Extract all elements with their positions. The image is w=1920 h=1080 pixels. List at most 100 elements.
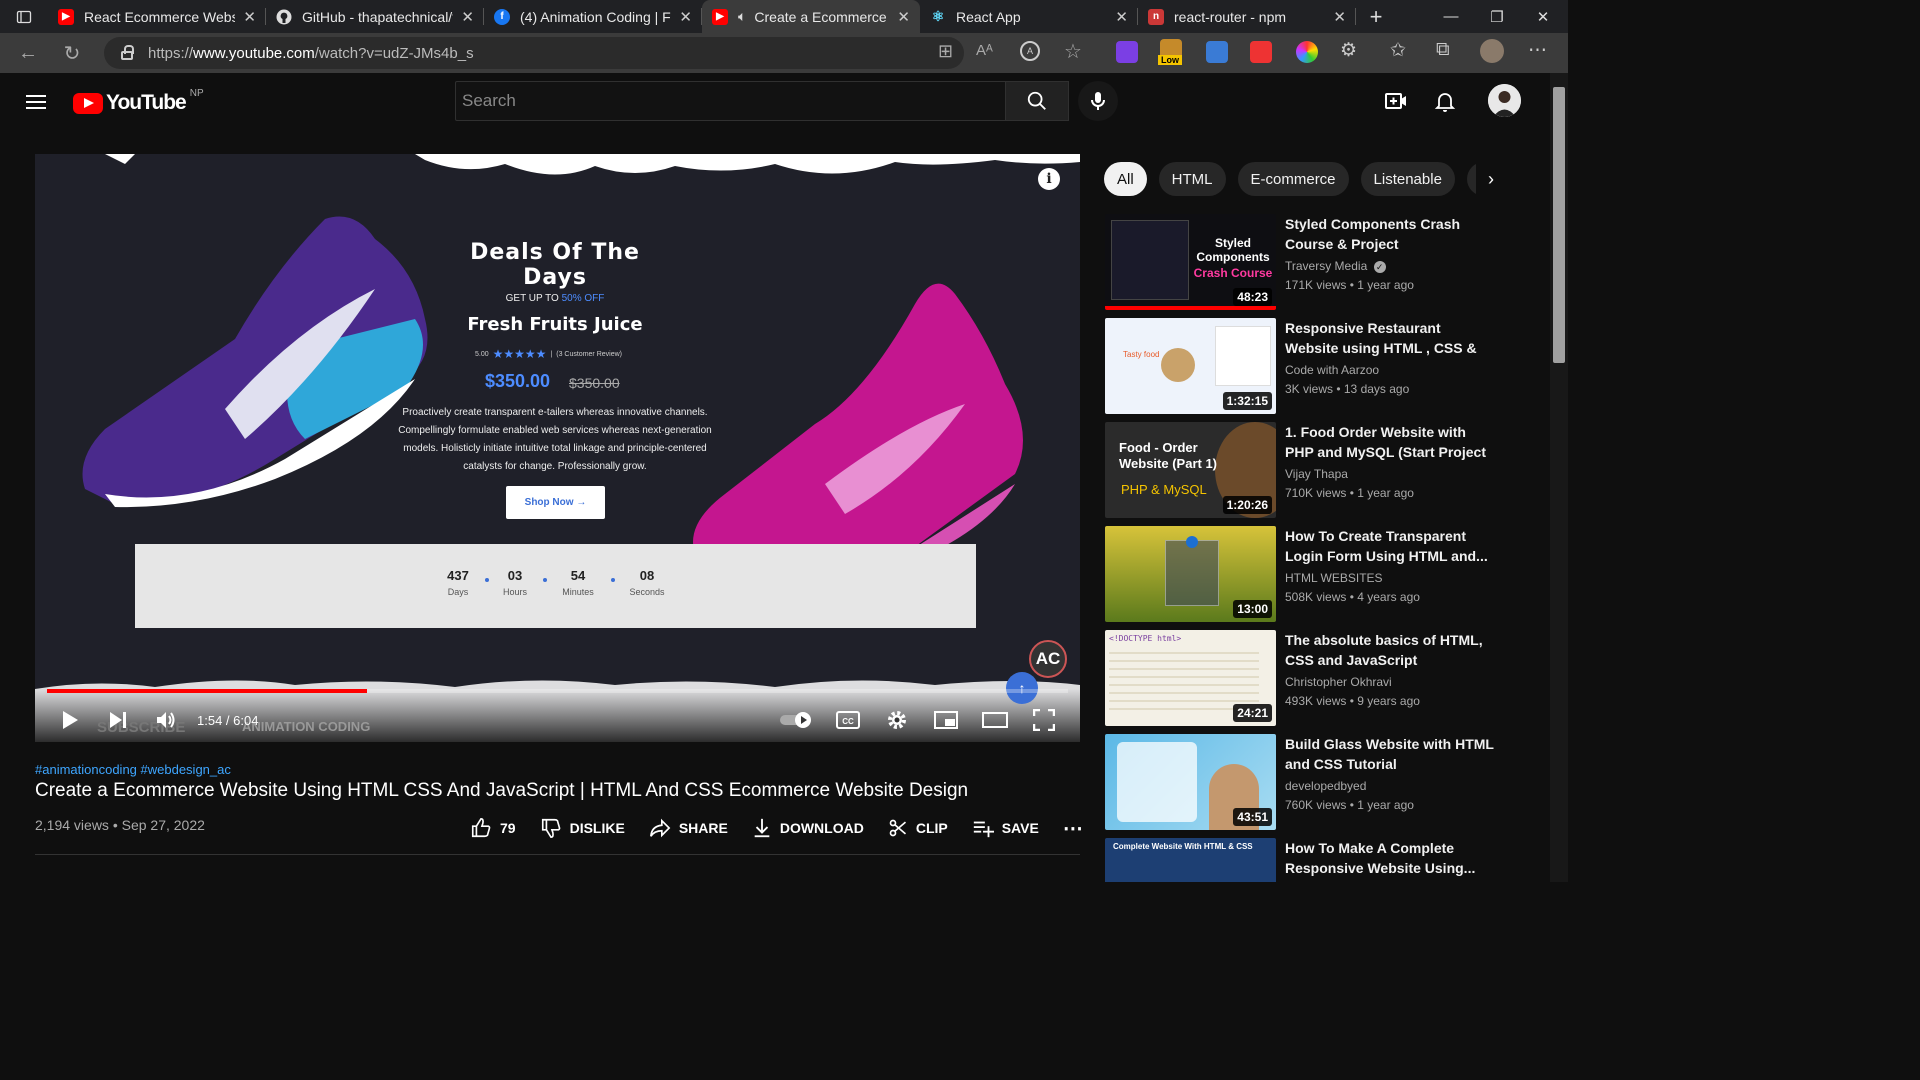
clip-button[interactable]: CLIP: [888, 817, 948, 839]
recommended-video-4[interactable]: 13:00 How To Create Transparent Login Fo…: [1105, 526, 1505, 622]
video-title[interactable]: 1. Food Order Website with PHP and MySQL…: [1285, 422, 1495, 462]
recommended-video-7[interactable]: Complete Website With HTML & CSS How To …: [1105, 838, 1505, 882]
autoplay-toggle[interactable]: [779, 707, 815, 733]
recommended-video-2[interactable]: Tasty food 1:32:15 Responsive Restaurant…: [1105, 318, 1505, 414]
video-title[interactable]: How To Create Transparent Login Form Usi…: [1285, 526, 1495, 566]
search-button[interactable]: [1005, 81, 1069, 121]
browser-tab-1[interactable]: ▶ React Ecommerce Website T ✕: [48, 0, 266, 33]
browser-tab-3[interactable]: f (4) Animation Coding | Face ✕: [484, 0, 702, 33]
video-thumbnail[interactable]: 13:00: [1105, 526, 1276, 622]
extension-icon[interactable]: [1296, 41, 1318, 63]
download-button[interactable]: DOWNLOAD: [752, 817, 864, 839]
video-thumbnail[interactable]: Tasty food 1:32:15: [1105, 318, 1276, 414]
voice-search-button[interactable]: [1078, 81, 1118, 121]
next-button[interactable]: [105, 707, 131, 733]
video-hashtags[interactable]: #animationcoding #webdesign_ac: [35, 762, 231, 777]
channel-name[interactable]: Code with Aarzoo: [1285, 363, 1379, 377]
theater-mode-button[interactable]: [982, 707, 1008, 733]
miniplayer-button[interactable]: [933, 707, 959, 733]
video-thumbnail[interactable]: 43:51: [1105, 734, 1276, 830]
video-thumbnail[interactable]: Complete Website With HTML & CSS: [1105, 838, 1276, 882]
close-icon[interactable]: ✕: [1115, 8, 1128, 26]
video-thumbnail[interactable]: Styled Components Crash Course 48:23: [1105, 214, 1276, 310]
save-button[interactable]: SAVE: [972, 817, 1039, 839]
browser-tab-5[interactable]: ⚛ React App ✕: [920, 0, 1138, 33]
product-rating: 5.00 ★★★★★ | (3 Customer Review): [475, 347, 655, 361]
countdown-label: Hours: [502, 587, 527, 597]
close-icon[interactable]: ✕: [1333, 8, 1346, 26]
channel-name[interactable]: HTML WEBSITES: [1285, 571, 1383, 585]
video-title[interactable]: Responsive Restaurant Website using HTML…: [1285, 318, 1495, 358]
fullscreen-button[interactable]: [1031, 707, 1057, 733]
play-button[interactable]: [57, 707, 83, 733]
info-icon[interactable]: i: [1038, 168, 1060, 190]
volume-button[interactable]: [153, 707, 179, 733]
speaker-icon[interactable]: 🔈︎: [738, 8, 746, 25]
share-icon: [649, 818, 671, 838]
settings-button[interactable]: [884, 707, 910, 733]
video-title[interactable]: Build Glass Website with HTML and CSS Tu…: [1285, 734, 1495, 774]
recommended-video-1[interactable]: Styled Components Crash Course 48:23 Sty…: [1105, 214, 1505, 310]
video-progress-bar[interactable]: [47, 689, 1068, 693]
close-icon[interactable]: ✕: [243, 8, 256, 26]
video-thumbnail[interactable]: <!DOCTYPE html> 24:21: [1105, 630, 1276, 726]
more-actions-button[interactable]: ⋯: [1063, 816, 1083, 841]
collections-icon[interactable]: ⧉: [1436, 39, 1450, 61]
recommended-video-5[interactable]: <!DOCTYPE html> 24:21 The absolute basic…: [1105, 630, 1505, 726]
youtube-logo[interactable]: YouTube NP: [73, 88, 204, 115]
url-prefix: https://: [148, 44, 194, 62]
channel-name[interactable]: Christopher Okhravi: [1285, 675, 1392, 689]
channel-name[interactable]: developedbyed: [1285, 779, 1366, 793]
maximize-button[interactable]: ❐: [1474, 0, 1520, 33]
chip-listenable[interactable]: Listenable: [1360, 162, 1455, 196]
video-player[interactable]: i Deals Of The Days GET UP TO 50% OFF Fr…: [35, 154, 1080, 742]
close-icon[interactable]: ✕: [897, 8, 910, 26]
video-title[interactable]: Styled Components Crash Course & Project: [1285, 214, 1495, 254]
translate-icon[interactable]: A: [1020, 41, 1040, 61]
share-button[interactable]: SHARE: [649, 817, 728, 839]
back-button[interactable]: ←: [6, 33, 50, 73]
browser-tab-2[interactable]: GitHub - thapatechnical/the ✕: [266, 0, 484, 33]
new-tab-button[interactable]: +: [1356, 4, 1396, 30]
profile-avatar[interactable]: [1480, 39, 1504, 63]
extensions-puzzle-icon[interactable]: ⚙: [1340, 39, 1357, 62]
read-aloud-icon[interactable]: A͏ᴬ: [976, 42, 993, 59]
create-video-icon[interactable]: [1384, 89, 1408, 113]
chip-html[interactable]: HTML: [1158, 162, 1226, 196]
more-icon[interactable]: ⋯: [1528, 39, 1547, 62]
refresh-button[interactable]: ↻: [50, 33, 94, 73]
channel-name[interactable]: Traversy Media ✓: [1285, 259, 1386, 273]
url-field[interactable]: https://www.youtube.com/watch?v=udZ-JMs4…: [104, 37, 964, 69]
like-button[interactable]: 79: [470, 817, 516, 839]
tab-actions-icon[interactable]: [0, 0, 48, 33]
recommended-video-6[interactable]: 43:51 Build Glass Website with HTML and …: [1105, 734, 1505, 830]
close-icon[interactable]: ✕: [461, 8, 474, 26]
close-icon[interactable]: ✕: [679, 8, 692, 26]
chip-all[interactable]: All: [1104, 162, 1147, 196]
browser-tab-6[interactable]: n react-router - npm ✕: [1138, 0, 1356, 33]
dislike-button[interactable]: DISLIKE: [540, 817, 625, 839]
video-title[interactable]: How To Make A Complete Responsive Websit…: [1285, 838, 1495, 878]
chip-ecommerce[interactable]: E-commerce: [1237, 162, 1349, 196]
video-title[interactable]: The absolute basics of HTML, CSS and Jav…: [1285, 630, 1495, 670]
extension-icon[interactable]: [1206, 41, 1228, 63]
extension-icon[interactable]: [1250, 41, 1272, 63]
extension-icon[interactable]: [1116, 41, 1138, 63]
minimize-button[interactable]: —: [1428, 0, 1474, 33]
app-available-icon[interactable]: ⊞: [938, 41, 953, 62]
favorites-icon[interactable]: ✩: [1390, 39, 1406, 62]
browser-tab-4-active[interactable]: ▶ 🔈︎ Create a Ecommerce W ✕: [702, 0, 920, 33]
hamburger-menu-icon[interactable]: [26, 95, 46, 109]
chevron-right-icon[interactable]: ›: [1476, 162, 1506, 196]
recommended-video-3[interactable]: Food - Order Website (Part 1) PHP & MySQ…: [1105, 422, 1505, 518]
scrollbar-thumb[interactable]: [1553, 87, 1565, 363]
page-scrollbar[interactable]: [1550, 73, 1568, 882]
video-thumbnail[interactable]: Food - Order Website (Part 1) PHP & MySQ…: [1105, 422, 1276, 518]
favorite-star-icon[interactable]: ☆: [1064, 39, 1082, 64]
captions-button[interactable]: CC: [835, 707, 861, 733]
channel-name[interactable]: Vijay Thapa: [1285, 467, 1348, 481]
search-input[interactable]: Search: [455, 81, 1006, 121]
window-close-button[interactable]: ✕: [1520, 0, 1566, 33]
account-avatar[interactable]: [1488, 84, 1521, 117]
notifications-bell-icon[interactable]: [1433, 89, 1457, 113]
